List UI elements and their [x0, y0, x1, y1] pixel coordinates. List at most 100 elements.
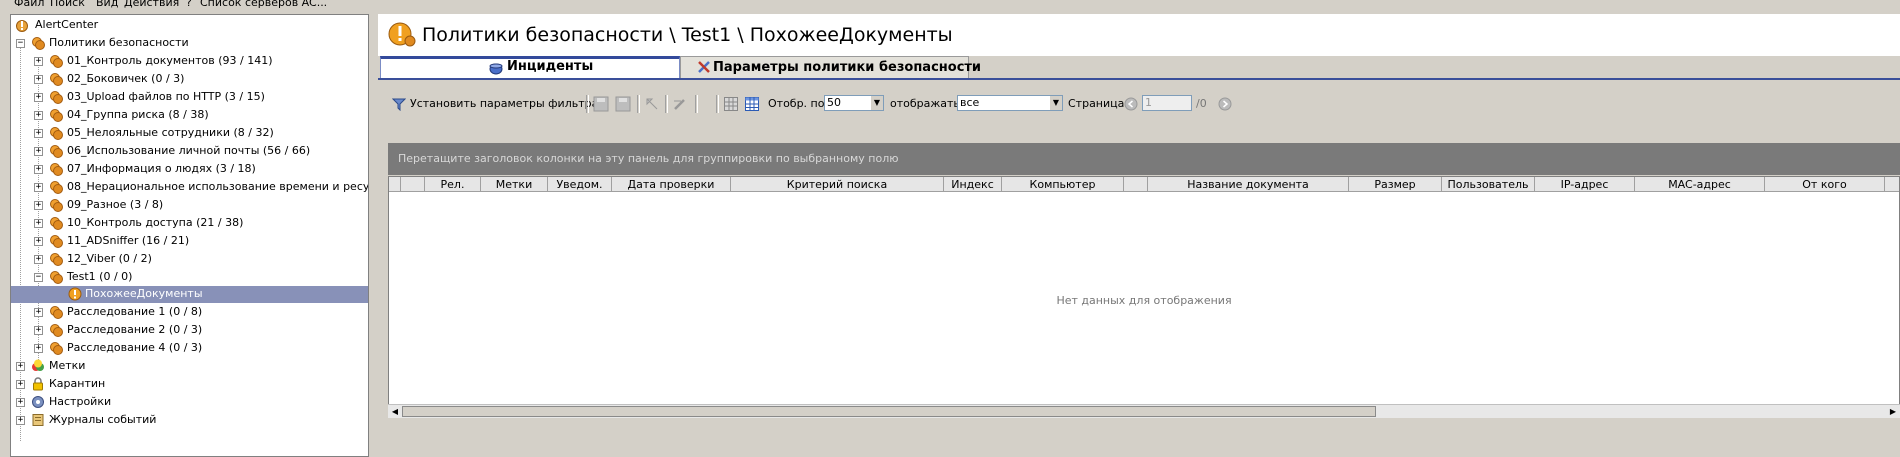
tree-node-policy[interactable]: +02_Боковичек (0 / 3) — [11, 70, 368, 88]
scroll-right-icon[interactable]: ▶ — [1887, 406, 1899, 417]
tree-node-investigation[interactable]: + Расследование 2 (0 / 3) — [11, 321, 368, 339]
collapse-icon[interactable]: − — [34, 273, 43, 282]
column-header-mac-address[interactable]: MAC-адрес — [1635, 177, 1765, 192]
column-header-overflow[interactable] — [1885, 177, 1899, 192]
table-icon[interactable] — [744, 96, 760, 112]
tree-node-policy[interactable]: +04_Группа риска (8 / 38) — [11, 106, 368, 124]
tree-node-policy[interactable]: +09_Разное (3 / 8) — [11, 196, 368, 214]
tree-label: Расследование 1 (0 / 8) — [67, 305, 203, 318]
tree-node-settings[interactable]: + Настройки — [11, 393, 368, 411]
column-header-ip-address[interactable]: IP-адрес — [1535, 177, 1635, 192]
expand-icon[interactable]: + — [34, 237, 43, 246]
tree-node-event-logs[interactable]: + Журналы событий — [11, 411, 368, 429]
expand-icon[interactable]: + — [34, 57, 43, 66]
save-icon[interactable] — [593, 96, 609, 112]
collapse-icon[interactable]: − — [16, 39, 25, 48]
expand-icon[interactable]: + — [34, 147, 43, 156]
expand-icon[interactable]: + — [34, 326, 43, 335]
tree-node-root[interactable]: AlertCenter — [11, 16, 368, 34]
tree-node-quarantine[interactable]: + Карантин — [11, 375, 368, 393]
tree-label: Журналы событий — [49, 413, 157, 426]
navigation-tree[interactable]: AlertCenter − Политики безопасности +01_… — [10, 14, 369, 457]
tab-policy-params[interactable]: Параметры политики безопасности — [680, 56, 981, 78]
column-header-index[interactable]: Индекс — [944, 177, 1002, 192]
chevron-down-icon[interactable]: ▼ — [1050, 96, 1062, 110]
tree-node-policy[interactable]: +01_Контроль документов (93 / 141) — [11, 52, 368, 70]
page-size-select[interactable]: 50 ▼ — [824, 95, 884, 111]
column-header-check-date[interactable]: Дата проверки — [612, 177, 731, 192]
expand-icon[interactable]: + — [16, 416, 25, 425]
column-header-select[interactable] — [401, 177, 425, 192]
column-header-tags[interactable]: Метки — [481, 177, 548, 192]
expand-icon[interactable]: + — [16, 380, 25, 389]
expand-icon[interactable]: + — [34, 129, 43, 138]
print-icon[interactable] — [723, 96, 739, 112]
expand-icon[interactable]: + — [34, 344, 43, 353]
tree-node-policy[interactable]: +10_Контроль доступа (21 / 38) — [11, 214, 368, 232]
expand-icon[interactable]: + — [34, 219, 43, 228]
edit-icon[interactable] — [672, 96, 688, 112]
menu-file[interactable]: Файл — [14, 0, 44, 10]
tree-node-investigation[interactable]: + Расследование 4 (0 / 3) — [11, 339, 368, 357]
tag-icon[interactable] — [644, 96, 660, 112]
scroll-left-icon[interactable]: ◀ — [389, 406, 401, 417]
expand-icon[interactable]: + — [34, 93, 43, 102]
menu-server-list[interactable]: Список серверов AC... — [200, 0, 327, 10]
show-by-label: Отобр. по — [768, 97, 825, 110]
prev-page-icon[interactable] — [1124, 97, 1138, 111]
incidents-grid[interactable]: Рел. Метки Уведом. Дата проверки Критери… — [388, 176, 1900, 418]
column-header-computer[interactable]: Компьютер — [1002, 177, 1124, 192]
page-title: Политики безопасности \ Test1 \ ПохожееД… — [422, 24, 953, 46]
column-header-blank[interactable] — [1124, 177, 1148, 192]
tree-node-policy[interactable]: +07_Информация о людях (3 / 18) — [11, 160, 368, 178]
menu-search[interactable]: Поиск — [50, 0, 85, 10]
tree-node-policy[interactable]: +06_Использование личной почты (56 / 66) — [11, 142, 368, 160]
column-header-document-name[interactable]: Название документа — [1148, 177, 1349, 192]
column-header-from[interactable]: От кого — [1765, 177, 1885, 192]
expand-icon[interactable]: + — [34, 75, 43, 84]
expand-icon[interactable]: + — [34, 183, 43, 192]
menu-help[interactable]: ? — [186, 0, 192, 10]
tree-label: Карантин — [49, 377, 106, 390]
tree-node-policy[interactable]: +11_ADSniffer (16 / 21) — [11, 232, 368, 250]
tree-label: AlertCenter — [35, 18, 99, 31]
expand-icon[interactable]: + — [34, 165, 43, 174]
tree-node-selected-query[interactable]: ПохожееДокументы — [11, 285, 368, 303]
tree-node-policy[interactable]: +05_Нелояльные сотрудники (8 / 32) — [11, 124, 368, 142]
expand-icon[interactable]: + — [34, 111, 43, 120]
next-page-icon[interactable] — [1218, 97, 1232, 111]
set-filter-label: Установить параметры фильтра — [410, 97, 599, 110]
group-by-panel[interactable]: Перетащите заголовок колонки на эту пане… — [388, 143, 1900, 175]
column-header-search-criteria[interactable]: Критерий поиска — [731, 177, 944, 192]
column-header-size[interactable]: Размер — [1349, 177, 1442, 192]
tree-label: 12_Viber (0 / 2) — [67, 252, 152, 265]
expand-icon[interactable]: + — [34, 308, 43, 317]
horizontal-scrollbar[interactable]: ◀ ▶ — [388, 404, 1900, 418]
column-header-relevance[interactable]: Рел. — [425, 177, 481, 192]
save-as-icon[interactable] — [615, 96, 631, 112]
tree-node-policy[interactable]: +03_Upload файлов по HTTP (3 / 15) — [11, 88, 368, 106]
column-header-notifications[interactable]: Уведом. — [548, 177, 612, 192]
column-header-indicator[interactable] — [389, 177, 401, 192]
tree-node-tags[interactable]: + Метки — [11, 357, 368, 375]
display-filter-select[interactable]: все ▼ — [957, 95, 1063, 111]
expand-icon[interactable]: + — [34, 255, 43, 264]
tree-node-policy[interactable]: +08_Нерациональное использование времени… — [11, 178, 368, 196]
menu-view[interactable]: Вид — [96, 0, 118, 10]
tree-node-policies[interactable]: − Политики безопасности — [11, 34, 368, 52]
menu-actions[interactable]: Действия — [124, 0, 179, 10]
scrollbar-thumb[interactable] — [402, 406, 1376, 417]
filter-icon — [392, 98, 406, 111]
tree-node-policy-test1[interactable]: − Test1 (0 / 0) — [11, 268, 368, 286]
column-header-user[interactable]: Пользователь — [1442, 177, 1535, 192]
pane-splitter[interactable] — [369, 14, 377, 457]
tree-node-policy[interactable]: +12_Viber (0 / 2) — [11, 250, 368, 268]
expand-icon[interactable]: + — [34, 201, 43, 210]
tree-node-investigation[interactable]: + Расследование 1 (0 / 8) — [11, 303, 368, 321]
expand-icon[interactable]: + — [16, 362, 25, 371]
expand-icon[interactable]: + — [16, 398, 25, 407]
tab-incidents[interactable]: Инциденты — [380, 56, 680, 78]
chevron-down-icon[interactable]: ▼ — [871, 96, 883, 110]
page-number-input[interactable]: 1 — [1142, 95, 1192, 111]
tree-label: Политики безопасности — [49, 36, 189, 49]
